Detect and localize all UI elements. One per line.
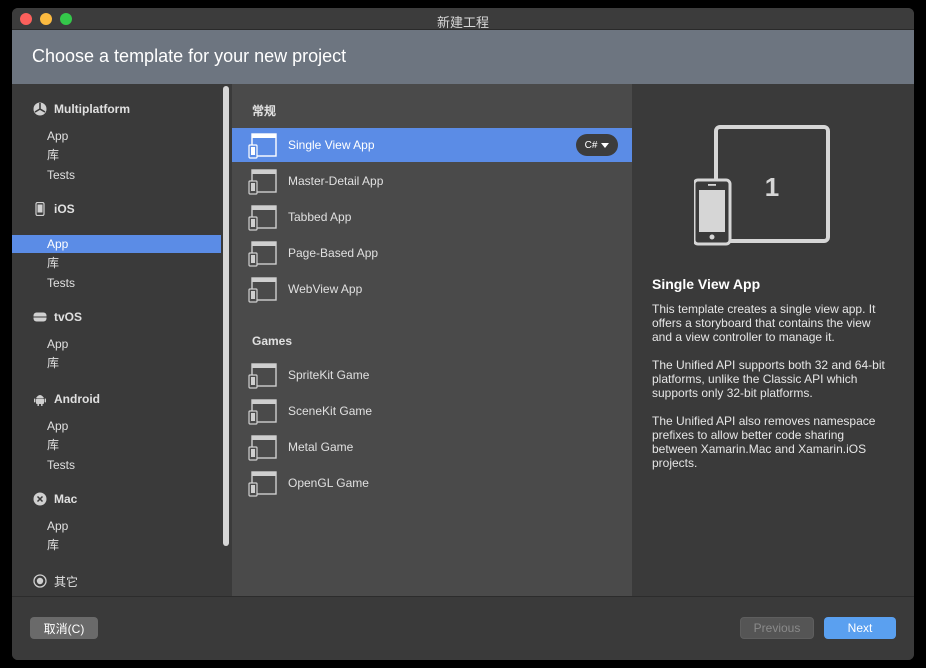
template-list: 常规 Single View App C# Master-Detail App …	[232, 84, 632, 596]
title-bar[interactable]: 新建工程	[12, 8, 914, 30]
template-label: Master-Detail App	[288, 174, 384, 188]
preview-paragraph: The Unified API supports both 32 and 64-…	[652, 358, 885, 400]
template-label: Tabbed App	[288, 210, 352, 224]
template-label: SceneKit Game	[288, 404, 373, 418]
sidebar-item-android-tests[interactable]: Tests	[12, 456, 221, 474]
template-page-based-app[interactable]: Page-Based App	[232, 236, 632, 270]
preview-title: Single View App	[652, 276, 761, 292]
category-android: Android	[32, 390, 100, 408]
sidebar-item-tvos-library[interactable]: 库	[12, 354, 221, 372]
category-other[interactable]: 其它	[32, 572, 78, 590]
template-icon	[248, 277, 277, 303]
template-icon	[248, 363, 277, 389]
iphone-icon	[32, 201, 48, 217]
platform-sidebar: Multiplatform App 库 Tests iOS App 库 Test…	[12, 84, 232, 596]
template-icon	[248, 399, 277, 425]
template-icon	[248, 241, 277, 267]
template-preview: 1 Single View App This template creates …	[632, 84, 914, 596]
template-spritekit-game[interactable]: SpriteKit Game	[232, 358, 632, 392]
template-label: SpriteKit Game	[288, 368, 370, 382]
preview-description: This template creates a single view app.…	[652, 302, 892, 484]
template-opengl-game[interactable]: OpenGL Game	[232, 466, 632, 500]
template-label: WebView App	[288, 282, 363, 296]
sidebar-item-ios-library[interactable]: 库	[12, 254, 221, 272]
sidebar-item-mac-library[interactable]: 库	[12, 536, 221, 554]
sidebar-item-multiplatform-library[interactable]: 库	[12, 146, 221, 164]
next-button[interactable]: Next	[824, 617, 896, 639]
chevron-down-icon	[601, 142, 610, 148]
sidebar-item-ios-tests[interactable]: Tests	[12, 274, 221, 292]
template-label: Page-Based App	[288, 246, 379, 260]
template-label: Metal Game	[288, 440, 354, 454]
preview-paragraph: This template creates a single view app.…	[652, 302, 876, 344]
mac-x-icon	[32, 491, 48, 507]
template-scenekit-game[interactable]: SceneKit Game	[232, 394, 632, 428]
previous-button[interactable]: Previous	[740, 617, 814, 639]
template-icon	[248, 471, 277, 497]
template-webview-app[interactable]: WebView App	[232, 272, 632, 306]
category-mac: Mac	[32, 490, 77, 508]
template-single-view-app[interactable]: Single View App C#	[232, 128, 632, 162]
new-project-dialog: 新建工程 Choose a template for your new proj…	[12, 8, 914, 660]
device-preview-illustration: 1	[694, 125, 830, 246]
sidebar-item-multiplatform-app[interactable]: App	[12, 127, 221, 145]
sidebar-item-android-app[interactable]: App	[12, 417, 221, 435]
sidebar-item-multiplatform-tests[interactable]: Tests	[12, 166, 221, 184]
category-ios: iOS	[32, 200, 75, 218]
sidebar-item-tvos-app[interactable]: App	[12, 335, 221, 353]
sidebar-scrollbar[interactable]	[223, 86, 229, 546]
template-icon	[248, 169, 277, 195]
appletv-icon	[32, 309, 48, 325]
template-metal-game[interactable]: Metal Game	[232, 430, 632, 464]
cancel-button[interactable]: 取消(C)	[30, 617, 98, 639]
template-icon	[248, 435, 277, 461]
dialog-header: Choose a template for your new project	[12, 30, 914, 84]
template-label: Single View App	[288, 138, 375, 152]
preview-view-number: 1	[765, 172, 779, 202]
sidebar-item-mac-app[interactable]: App	[12, 517, 221, 535]
template-icon	[248, 133, 277, 159]
page-title: Choose a template for your new project	[32, 46, 347, 66]
section-general-title: 常规	[252, 104, 277, 118]
template-label: OpenGL Game	[288, 476, 369, 490]
category-tvos: tvOS	[32, 308, 82, 326]
android-icon	[32, 391, 48, 407]
language-selector[interactable]: C#	[576, 134, 618, 156]
other-circle-icon	[32, 573, 48, 589]
template-icon	[248, 205, 277, 231]
template-tabbed-app[interactable]: Tabbed App	[232, 200, 632, 234]
template-master-detail-app[interactable]: Master-Detail App	[232, 164, 632, 198]
multiplatform-icon	[32, 101, 48, 117]
window-title: 新建工程	[436, 15, 489, 30]
sidebar-item-ios-app[interactable]: App	[12, 235, 221, 253]
sidebar-item-android-library[interactable]: 库	[12, 436, 221, 454]
category-multiplatform: Multiplatform	[32, 100, 130, 118]
section-games-title: Games	[252, 334, 293, 348]
preview-paragraph: The Unified API also removes namespace p…	[652, 414, 876, 470]
dialog-footer: 取消(C) Previous Next	[12, 596, 914, 660]
